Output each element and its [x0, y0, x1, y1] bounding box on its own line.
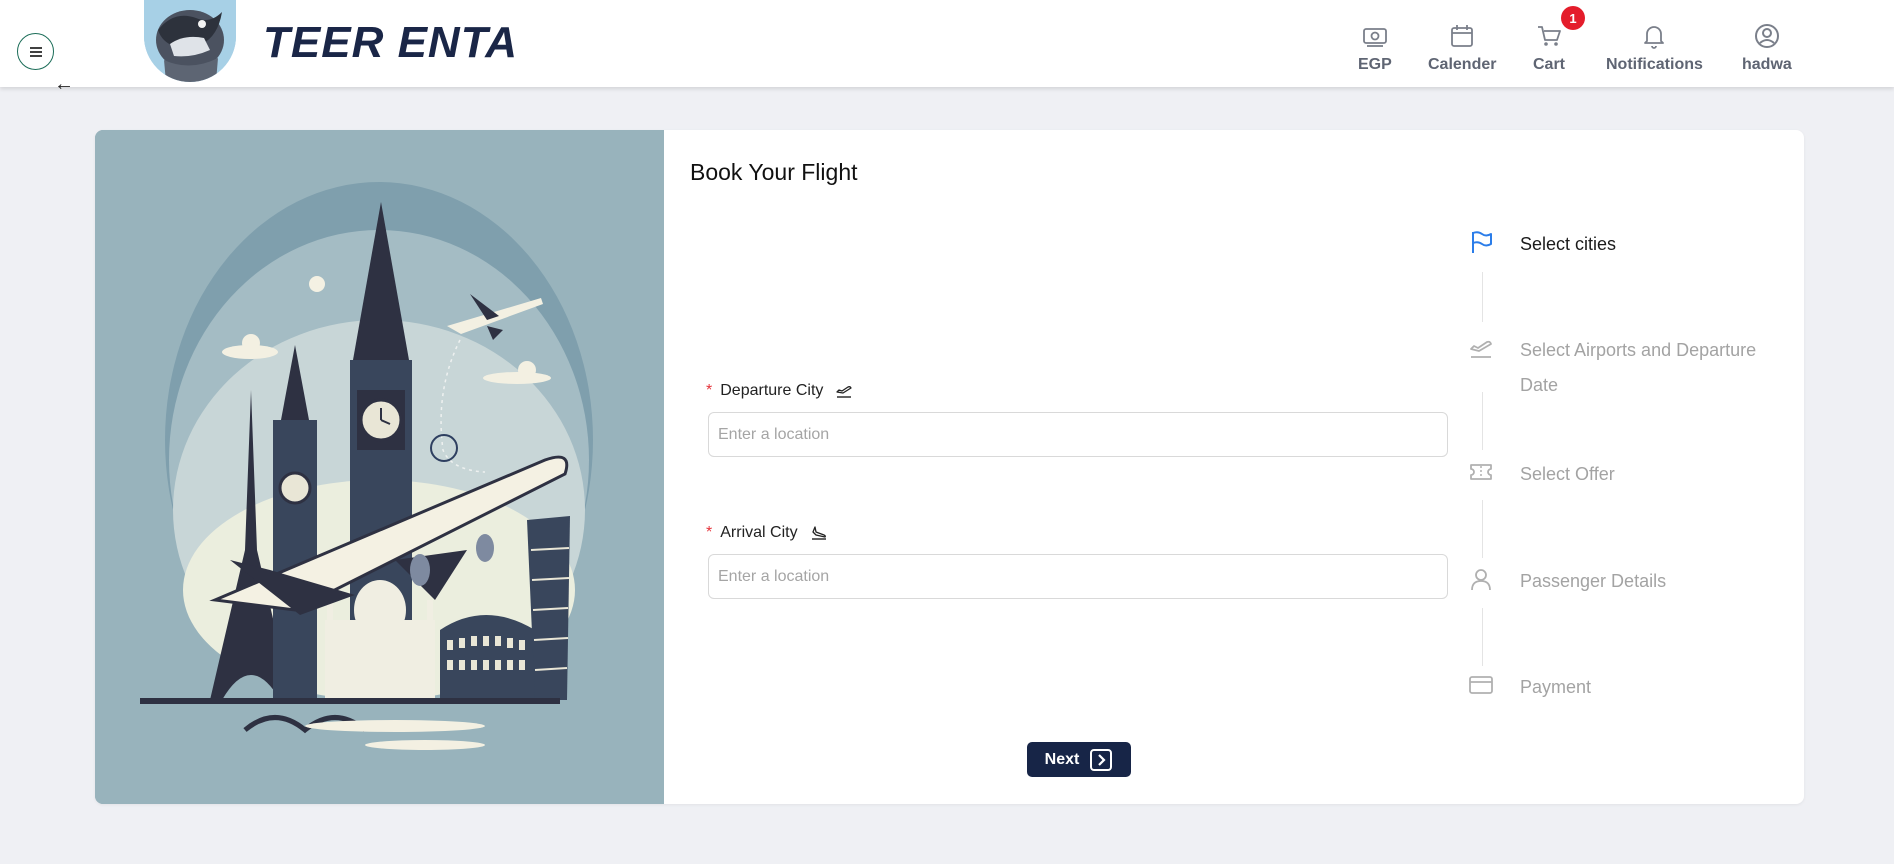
required-mark: *: [706, 524, 713, 541]
hamburger-icon: [29, 46, 42, 57]
travel-landmarks-image: [95, 130, 664, 804]
nav-cart[interactable]: 1 Cart: [1533, 6, 1585, 74]
arrival-city-label-text: Arrival City: [720, 524, 798, 541]
nav-user-label: hadwa: [1742, 56, 1792, 73]
step-label: Select cities: [1520, 234, 1617, 254]
cart-icon: [1538, 26, 1561, 46]
nav-calendar-label: Calender: [1428, 56, 1497, 73]
step-select-cities[interactable]: Select cities: [1466, 227, 1770, 262]
departure-city-label-text: Departure City: [720, 382, 824, 399]
next-button-label: Next: [1044, 750, 1080, 768]
step-payment[interactable]: Payment: [1466, 670, 1770, 705]
departure-city-input[interactable]: [708, 412, 1448, 457]
logo[interactable]: [144, 0, 236, 82]
user-circle-icon: [1754, 24, 1779, 48]
step-connector: [1482, 272, 1483, 322]
step-select-offer[interactable]: Select Offer: [1466, 457, 1770, 492]
nav-notifications[interactable]: Notifications: [1606, 22, 1703, 74]
step-connector: [1482, 500, 1483, 558]
step-label: Select Offer: [1520, 464, 1615, 484]
currency-icon: [1362, 28, 1387, 47]
ticket-icon: [1466, 457, 1496, 487]
step-label: Passenger Details: [1520, 571, 1667, 591]
step-label: Payment: [1520, 677, 1592, 697]
nav-calendar[interactable]: Calender: [1428, 22, 1496, 74]
step-select-airports[interactable]: Select Airports and Departure Date: [1466, 333, 1770, 403]
credit-card-icon: [1466, 670, 1496, 700]
cart-badge: 1: [1561, 6, 1585, 30]
booking-card: Book Your Flight * Departure City * Arri…: [95, 130, 1804, 804]
plane-takeoff-icon: [1466, 333, 1496, 363]
required-mark: *: [706, 382, 713, 399]
departure-city-label: * Departure City: [706, 382, 853, 400]
nav-currency[interactable]: EGP: [1358, 22, 1392, 74]
step-connector: [1482, 608, 1483, 666]
brand-title: TEER ENTA: [263, 18, 519, 67]
user-icon: [1466, 564, 1496, 594]
top-header: TEER ENTA EGP Calender 1 Cart Notificati…: [0, 0, 1894, 87]
nav-cart-label: Cart: [1533, 56, 1566, 73]
flag-icon: [1466, 227, 1496, 257]
plane-landing-icon: [811, 526, 826, 540]
plane-takeoff-icon: [836, 386, 853, 398]
chevron-right-box-icon: [1090, 748, 1113, 771]
page-title: Book Your Flight: [690, 159, 858, 185]
next-button[interactable]: Next: [1027, 742, 1131, 777]
nav-user[interactable]: hadwa: [1742, 22, 1792, 74]
step-passenger-details[interactable]: Passenger Details: [1466, 564, 1770, 599]
bell-icon: [1644, 26, 1665, 49]
calendar-icon: [1451, 25, 1474, 47]
nav-currency-label: EGP: [1358, 56, 1392, 73]
step-label: Select Airports and Departure Date: [1520, 340, 1757, 395]
menu-button[interactable]: [17, 33, 54, 70]
arrival-city-label: * Arrival City: [706, 524, 828, 542]
eagle-logo-image: [144, 0, 236, 82]
nav-notifications-label: Notifications: [1606, 56, 1703, 73]
back-arrow-icon[interactable]: ←: [54, 74, 74, 94]
arrival-city-input[interactable]: [708, 554, 1448, 599]
